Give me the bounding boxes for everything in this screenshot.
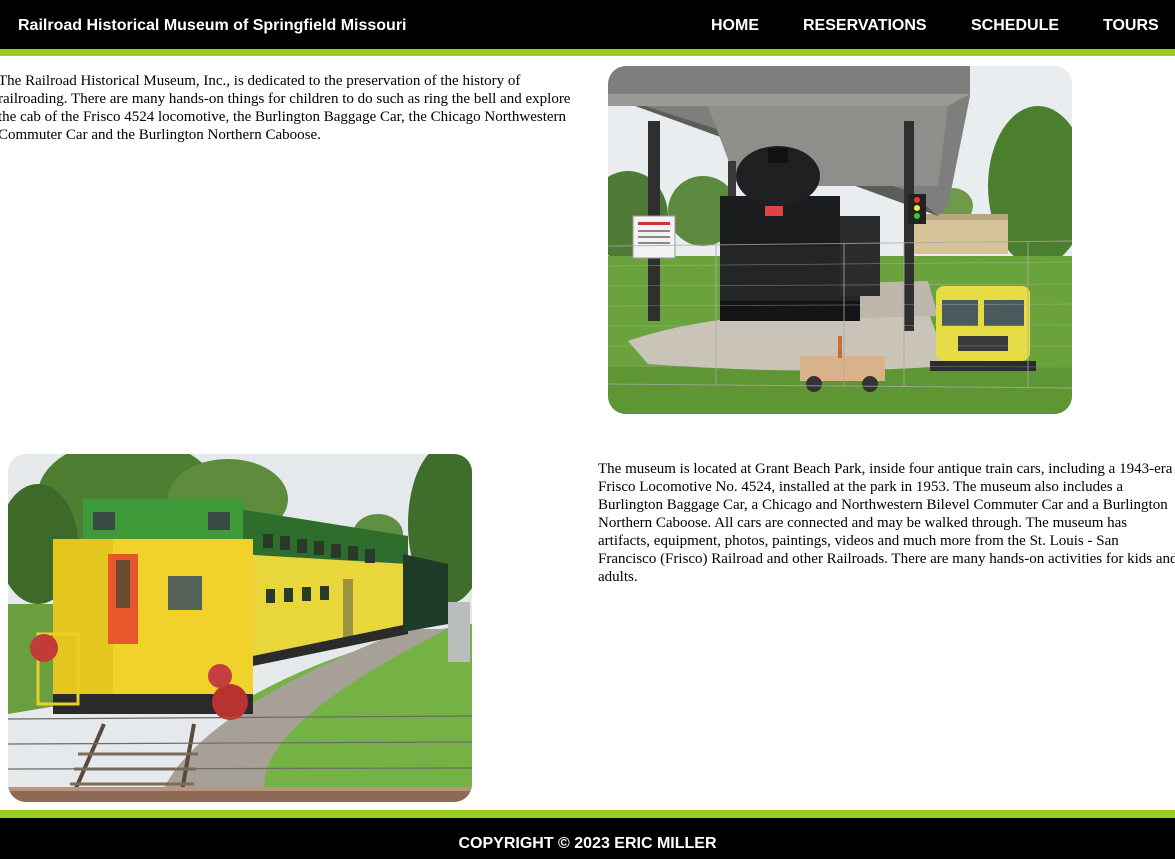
nav-tours-link[interactable]: TOURS — [1103, 16, 1159, 36]
locomotive-photo — [608, 66, 1072, 414]
nav-home-link[interactable]: HOME — [711, 16, 759, 36]
nav-reservations-link[interactable]: RESERVATIONS — [803, 16, 927, 36]
caboose-photo — [8, 454, 472, 802]
footer-accent-stripe — [0, 810, 1175, 818]
header-accent-stripe — [0, 49, 1175, 56]
copyright-text: COPYRIGHT © 2023 ERIC MILLER — [458, 835, 717, 852]
intro-paragraph: The Railroad Historical Museum, Inc., is… — [0, 73, 571, 143]
footer-bar: COPYRIGHT © 2023 ERIC MILLER — [0, 818, 1175, 859]
nav-schedule-link[interactable]: SCHEDULE — [971, 16, 1059, 36]
location-paragraph: The museum is located at Grant Beach Par… — [598, 461, 1175, 585]
site-title: Railroad Historical Museum of Springfiel… — [18, 17, 407, 34]
header-bar: Railroad Historical Museum of Springfiel… — [0, 0, 1175, 49]
